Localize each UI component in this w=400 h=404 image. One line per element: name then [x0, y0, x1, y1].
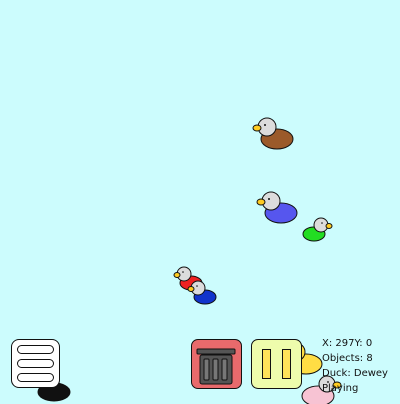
- selected-duck-name: Duck: Dewey: [322, 368, 388, 379]
- menu-button[interactable]: [11, 339, 60, 388]
- trash-button[interactable]: [191, 339, 242, 389]
- duck[interactable]: [252, 117, 302, 153]
- duck[interactable]: [185, 280, 219, 308]
- duck[interactable]: [256, 191, 306, 227]
- trash-can-icon: [196, 348, 236, 385]
- pause-button[interactable]: [251, 339, 302, 389]
- cursor-position-readout: X: 297Y: 0: [322, 338, 373, 349]
- object-count: Objects: 8: [322, 353, 373, 364]
- status-panel: X: 297Y: 0 Objects: 8 Duck: Dewey Playin…: [322, 336, 400, 396]
- duck[interactable]: [300, 216, 334, 244]
- game-state: Playing: [322, 383, 359, 394]
